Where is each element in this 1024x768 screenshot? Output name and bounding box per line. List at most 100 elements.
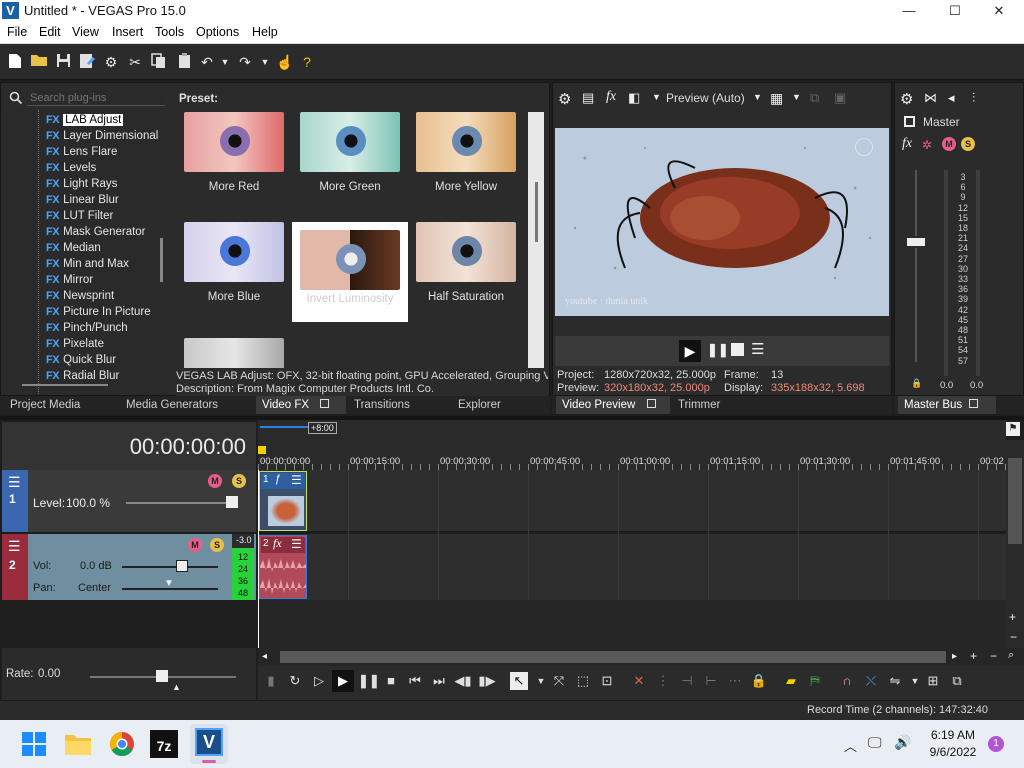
overlays-dropdown-icon[interactable]: ▼ <box>792 92 801 102</box>
video-clip[interactable]: 1 ƒ ☰ <box>259 471 307 531</box>
preset-more-red[interactable]: More Red <box>176 112 292 212</box>
crossfade-dropdown-icon[interactable]: ▼ <box>906 672 924 690</box>
downmix-icon[interactable]: ⋈ <box>924 90 937 106</box>
plugin-item[interactable]: FX Min and Max <box>46 256 129 272</box>
timeline-hscroll[interactable]: ◂ ▸ + − ⌕ <box>258 648 1024 666</box>
loop-playback-icon[interactable]: ↻ <box>286 672 304 690</box>
plugin-item[interactable]: FX Quick Blur <box>46 352 116 368</box>
undock-icon[interactable] <box>646 399 656 408</box>
video-output-fx-icon[interactable]: fx <box>606 89 616 105</box>
previous-frame-icon[interactable]: ◀▮ <box>454 672 472 690</box>
crossfade-icon[interactable]: ⇋ <box>886 672 904 690</box>
undock-icon[interactable] <box>320 399 330 408</box>
level-slider-handle[interactable] <box>226 496 238 508</box>
dim-output-icon[interactable]: ◂ <box>948 90 955 106</box>
master-automation-icon[interactable]: ✲ <box>922 138 932 152</box>
empty-track-area[interactable] <box>258 600 1006 648</box>
plugin-list-hscrollbar[interactable] <box>22 384 108 386</box>
plugin-item[interactable]: FX Levels <box>46 160 96 176</box>
preset-scrollbar-track[interactable] <box>528 112 544 368</box>
edit-tool-dropdown-icon[interactable]: ▼ <box>532 672 550 690</box>
plugin-item[interactable]: FX Linear Blur <box>46 192 119 208</box>
stop-button[interactable]: ■ <box>382 672 400 690</box>
event-pan-crop-icon[interactable]: ⊞ <box>924 672 942 690</box>
clip-fx-icon[interactable]: fx <box>273 536 282 551</box>
menu-view[interactable]: View <box>72 25 99 39</box>
insert-region-icon[interactable]: ⛿ <box>806 672 824 690</box>
marker-flag-icon[interactable]: ⚑ <box>1006 422 1020 436</box>
search-plugins-input[interactable] <box>27 90 165 106</box>
record-icon[interactable]: ▮ <box>262 672 280 690</box>
master-fader-handle[interactable] <box>905 236 927 248</box>
master-mute-icon[interactable]: M <box>942 137 956 151</box>
whats-this-icon[interactable]: ☝ <box>276 53 294 71</box>
cut-icon[interactable]: ✂ <box>126 53 144 71</box>
lock-events-icon[interactable]: 🔒 <box>750 672 768 690</box>
master-fx-icon[interactable]: fx <box>902 136 912 152</box>
pause-button[interactable]: ❚❚ <box>358 672 380 690</box>
zoom-in-horizontal-icon[interactable]: + <box>970 649 977 663</box>
redo-icon[interactable]: ↷ <box>236 53 254 71</box>
track-mute-icon[interactable]: M <box>188 538 202 552</box>
tab-video-preview[interactable]: Video Preview ✕ <box>556 396 670 429</box>
split-dropdown-icon[interactable]: ▼ <box>652 92 661 102</box>
copy-snapshot-icon[interactable]: ⧉ <box>810 90 819 106</box>
menu-edit[interactable]: Edit <box>39 25 61 39</box>
plugin-item[interactable]: FX Light Rays <box>46 176 117 192</box>
track-solo-icon[interactable]: S <box>232 474 246 488</box>
preview-pause-button[interactable]: ❚❚ <box>707 342 729 358</box>
redo-dropdown-icon[interactable]: ▼ <box>256 53 274 71</box>
plugin-item[interactable]: FX Mirror <box>46 272 93 288</box>
plugin-item[interactable]: FX Lens Flare <box>46 144 117 160</box>
maximize-button[interactable]: ☐ <box>932 0 978 22</box>
video-track-lane[interactable] <box>258 470 1006 532</box>
properties-gear-icon[interactable]: ⚙ <box>102 53 120 71</box>
menu-options[interactable]: Options <box>196 25 239 39</box>
save-as-icon[interactable] <box>78 53 96 71</box>
scroll-left-icon[interactable]: ◂ <box>262 651 267 662</box>
preset-more-blue[interactable]: More Blue <box>176 222 292 322</box>
windows-start-icon[interactable] <box>18 728 50 760</box>
tab-video-fx[interactable]: Video FX ✕ <box>256 396 346 429</box>
plugin-item[interactable]: FX Median <box>46 240 101 256</box>
network-icon[interactable]: 🖵 <box>868 734 882 751</box>
vertical-scroll-thumb[interactable] <box>1008 458 1022 544</box>
master-solo-icon[interactable]: S <box>961 137 975 151</box>
preset-half-saturation[interactable]: Half Saturation <box>408 222 524 322</box>
preview-stop-button[interactable] <box>731 343 744 356</box>
quality-dropdown-icon[interactable]: ▼ <box>753 92 762 102</box>
mixer-sliders-icon[interactable]: ⫶ <box>972 90 975 106</box>
scroll-right-icon[interactable]: ▸ <box>952 651 957 662</box>
selection-edit-tool-icon[interactable]: ⬚ <box>574 672 592 690</box>
notification-badge[interactable]: 1 <box>988 736 1004 752</box>
insert-marker-icon[interactable]: ▰ <box>782 672 800 690</box>
plugin-item[interactable]: FX Newsprint <box>46 288 114 304</box>
timeline-ruler[interactable]: +8:00 00:00:00:00 00:00:15:00 00:00:30:00 0… <box>258 420 1006 470</box>
master-settings-gear-icon[interactable]: ⚙ <box>900 90 913 108</box>
menu-file[interactable]: File <box>7 25 27 39</box>
lock-icon[interactable]: 🔒 <box>911 378 922 389</box>
chrome-icon[interactable] <box>106 728 138 760</box>
auto-ripple-icon[interactable]: ⤬ <box>862 672 880 690</box>
audio-clip[interactable]: 2 fx ☰ <box>259 535 307 599</box>
plugin-item[interactable]: FX LAB Adjust <box>46 112 124 128</box>
zoom-tool-icon[interactable]: ⌕ <box>1008 649 1014 662</box>
preset-more-green[interactable]: More Green <box>292 112 408 212</box>
plugin-list-scrollbar[interactable] <box>160 238 163 282</box>
save-snapshot-icon[interactable]: ▣ <box>834 90 846 106</box>
play-from-start-icon[interactable]: ▷ <box>310 672 328 690</box>
preset-scrollbar-thumb[interactable] <box>535 182 538 242</box>
clip-menu-icon[interactable]: ☰ <box>291 537 302 551</box>
plugin-item[interactable]: FX Pixelate <box>46 336 104 352</box>
media-fx-icon[interactable]: ⧉ <box>948 672 966 690</box>
preset-partial-thumbnail[interactable] <box>176 338 292 368</box>
plugin-item[interactable]: FX Layer Dimensional <box>46 128 158 144</box>
preset-invert-luminosity[interactable]: Invert Luminosity <box>292 222 408 322</box>
track-solo-icon[interactable]: S <box>210 538 224 552</box>
zoom-in-vertical-icon[interactable]: + <box>1009 610 1016 624</box>
pan-slider-handle[interactable]: ▼ <box>164 578 174 589</box>
track-menu-icon[interactable]: ☰ <box>8 474 21 491</box>
clock-date[interactable]: 9/6/2022 <box>926 745 980 759</box>
clip-envelope-icon[interactable]: ƒ <box>275 473 281 485</box>
copy-icon[interactable] <box>150 53 168 71</box>
